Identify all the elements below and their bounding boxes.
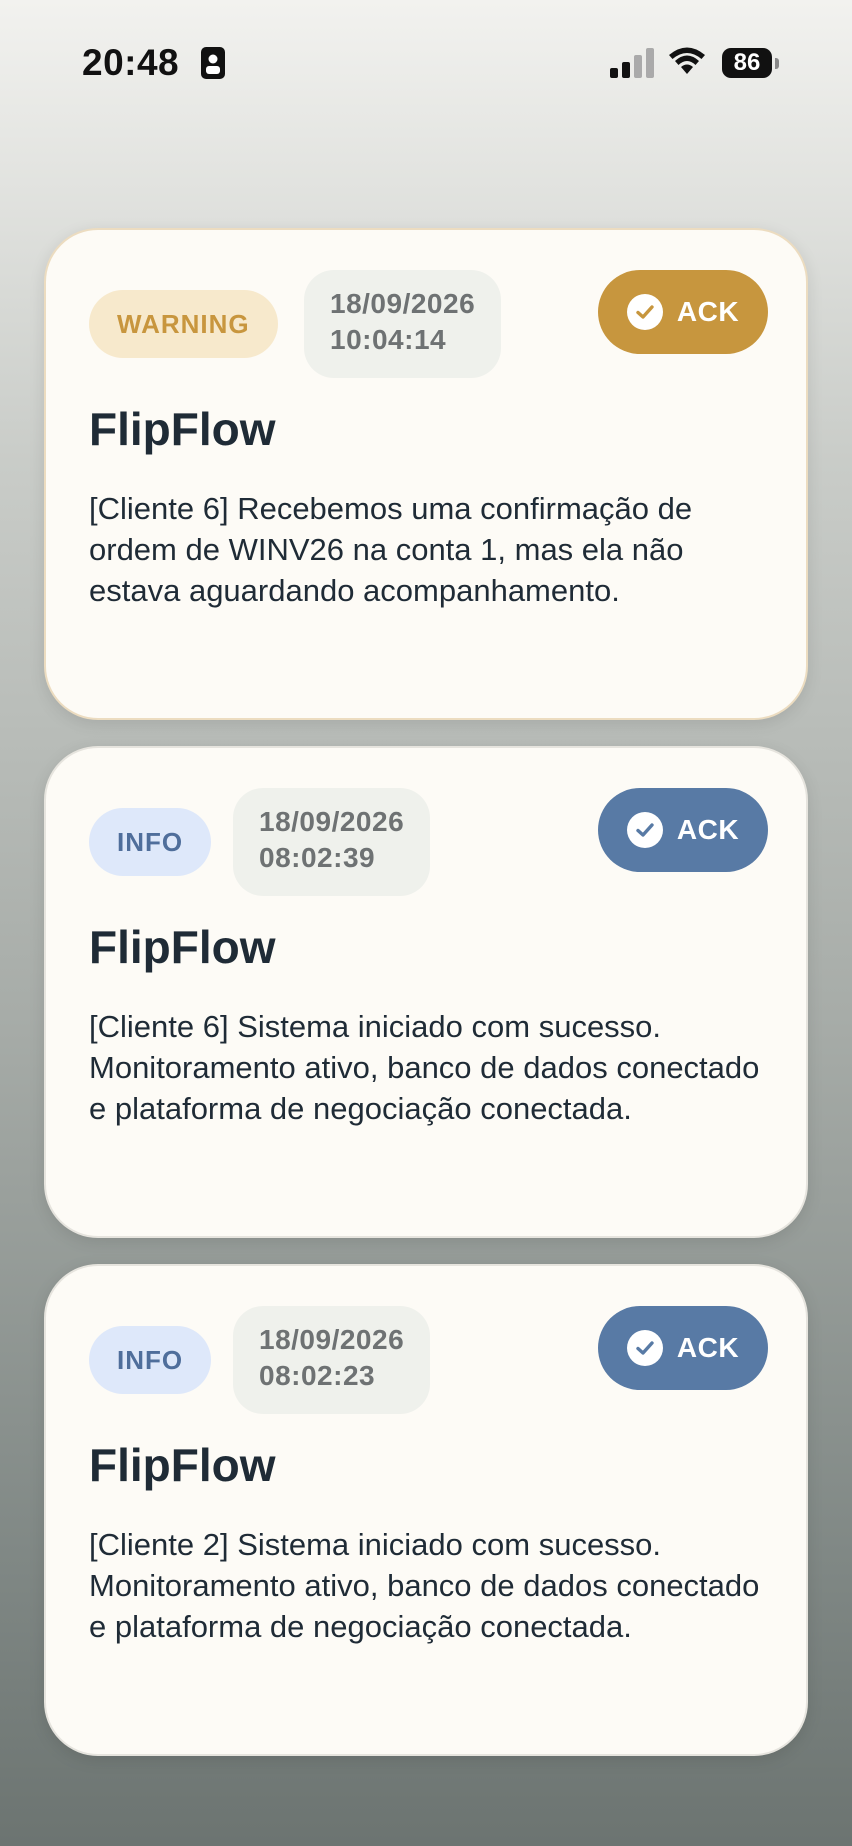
timestamp: 18/09/2026 08:02:39: [233, 788, 431, 896]
ack-button[interactable]: ACK: [598, 788, 768, 872]
status-time: 20:48: [82, 42, 180, 83]
timestamp-date: 18/09/2026: [259, 1324, 405, 1355]
notification-message: [Cliente 6] Recebemos uma confirmação de…: [89, 491, 693, 608]
notification-message: [Cliente 2] Sistema iniciado com sucesso…: [89, 1527, 760, 1644]
cellular-signal-icon: [610, 48, 654, 83]
ack-button[interactable]: ACK: [598, 270, 768, 354]
ack-button[interactable]: ACK: [598, 1306, 768, 1390]
notification-message: [Cliente 6] Sistema iniciado com sucesso…: [89, 1009, 760, 1126]
ack-label: ACK: [676, 1332, 740, 1363]
notification-card: INFO 18/09/2026 08:02:23 ACK FlipFlow [C…: [44, 1264, 808, 1756]
notification-title: FlipFlow: [89, 1439, 276, 1491]
notification-title: FlipFlow: [89, 921, 276, 973]
wifi-icon: [668, 46, 706, 81]
battery-indicator: 86: [722, 48, 772, 78]
timestamp: 18/09/2026 08:02:23: [233, 1306, 431, 1414]
timestamp-time: 08:02:23: [259, 1360, 376, 1391]
check-circle-icon: [626, 294, 663, 330]
id-card-icon: [200, 46, 226, 85]
check-circle-icon: [626, 1330, 663, 1366]
level-badge: INFO: [89, 808, 212, 876]
level-badge: WARNING: [89, 290, 278, 358]
battery-tip: [775, 58, 779, 69]
timestamp-date: 18/09/2026: [330, 288, 476, 319]
notification-card: INFO 18/09/2026 08:02:39 ACK FlipFlow [C…: [44, 746, 808, 1238]
timestamp: 18/09/2026 10:04:14: [304, 270, 502, 378]
notification-title: FlipFlow: [89, 403, 276, 455]
timestamp-time: 10:04:14: [330, 324, 447, 355]
ack-label: ACK: [676, 814, 740, 845]
status-bar: 20:48 86: [0, 0, 852, 120]
ack-label: ACK: [676, 296, 740, 327]
notification-card: WARNING 18/09/2026 10:04:14 ACK FlipFlow…: [44, 228, 808, 720]
check-circle-icon: [626, 812, 663, 848]
timestamp-date: 18/09/2026: [259, 806, 405, 837]
timestamp-time: 08:02:39: [259, 842, 376, 873]
level-badge: INFO: [89, 1326, 212, 1394]
